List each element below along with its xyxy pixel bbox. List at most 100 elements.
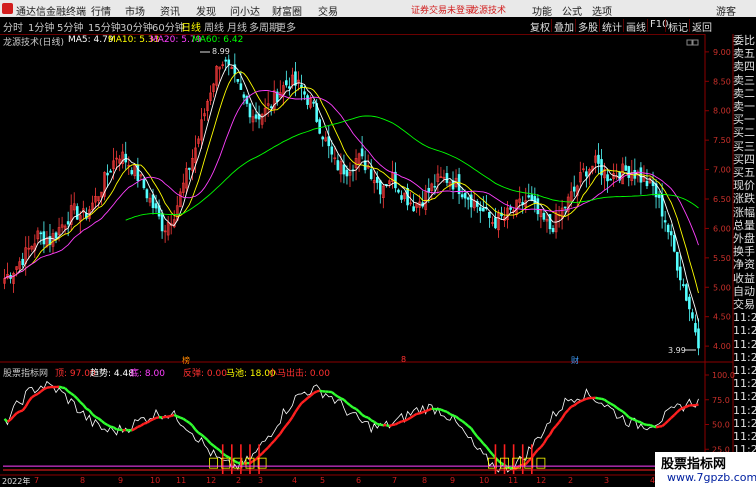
trend-segment [679,406,684,411]
side-panel-label[interactable]: 交易 [733,298,756,311]
trend-segment [542,437,548,444]
trend-segment [612,404,618,409]
candle-body [375,177,379,183]
trend-segment [331,391,336,396]
side-panel-label: 买二 [733,126,755,140]
menu-formula[interactable]: 公式 [562,3,582,18]
trend-segment [661,422,666,428]
period-tab-60min[interactable]: 60分钟 [152,19,185,34]
menu-trade[interactable]: 交易 [318,3,338,18]
toolbar-divider [623,19,624,32]
trend-segment [606,400,612,405]
period-tab-5min[interactable]: 5分钟 [57,19,83,34]
trend-segment [203,436,209,441]
candle-body [694,323,697,333]
month-label: 3 [604,476,610,485]
kline-chart[interactable]: 9.00 8.50 8.00 7.50 7.00 6.50 6.00 5.50 5.00 4.50… [0,34,756,487]
month-label: 12 [206,476,217,485]
y-axis-tick-label: 5.50 [713,254,731,263]
side-panel-label: 11:28 [733,430,756,444]
draw-line-button[interactable]: 画线 [626,19,646,34]
side-panel-label: 总量 [733,218,755,232]
multi-stock-button[interactable]: 多股 [578,19,598,34]
trend-segment [346,401,351,407]
login-warning[interactable]: 证券交易未登录 [411,3,474,16]
candle-body [597,154,600,164]
candle-body [663,220,667,223]
adjust-button[interactable]: 复权 [530,19,550,34]
candle-body [645,180,649,187]
candle-body [509,207,512,210]
candle-body [400,195,403,200]
trend-segment [413,412,418,417]
y-axis-tick-label: 5.00 [713,283,731,292]
candle-body [321,136,325,140]
trend-segment [82,404,88,410]
candle-body [445,173,449,183]
month-label: 6 [356,476,362,485]
trend-segment [401,419,405,423]
month-label: 8 [422,476,428,485]
trend-segment [394,421,400,426]
trend-segment [367,416,372,422]
trend-segment [270,439,276,445]
menu-quotes[interactable]: 行情 [91,3,111,18]
trend-segment [425,408,430,413]
side-panel-label: 11:28 [733,377,756,391]
trend-segment [273,436,279,442]
period-tab-monthly[interactable]: 月线 [227,19,247,34]
high-price-label: 8.99 [212,47,230,56]
trend-segment [570,404,575,408]
trend-segment [112,426,118,431]
period-tab-1min[interactable]: 1分钟 [28,19,54,34]
back-button[interactable]: 返回 [692,19,712,34]
period-tab-intraday[interactable]: 分时 [3,19,23,34]
period-tab-weekly[interactable]: 周线 [204,19,224,34]
trend-segment [406,416,412,421]
period-tab-daily[interactable]: 日线 [181,19,201,34]
period-tab-multi[interactable]: 多周期 [249,19,279,34]
trend-segment [243,461,248,465]
trend-segment [288,416,294,423]
menu-options[interactable]: 选项 [592,3,612,18]
menu-market[interactable]: 市场 [125,3,145,18]
month-label: 11 [508,476,519,485]
candle-body [494,217,497,229]
period-tab-15min[interactable]: 15分钟 [88,19,121,34]
menu-function[interactable]: 功能 [532,3,552,18]
trend-segment [601,397,605,401]
side-panel-label[interactable]: 自动 [733,285,756,298]
trend-segment [561,412,567,419]
menu-discover[interactable]: 发现 [196,3,216,18]
trend-segment [43,386,48,391]
menu-news[interactable]: 资讯 [160,3,180,18]
overlay-button[interactable]: 叠加 [554,19,574,34]
event-marker[interactable]: 8 [401,355,406,364]
trend-segment [9,415,15,421]
trend-segment [352,406,357,410]
trend-segment [485,445,491,452]
trend-segment [300,399,306,405]
menu-guest[interactable]: 游客 [716,3,736,18]
month-label: 8 [80,476,86,485]
sub-field-rebound: 反弹: 0.00 [183,369,227,379]
period-tab-30min[interactable]: 30分钟 [120,19,153,34]
candle-body [624,165,628,171]
mark-button[interactable]: 标记 [668,19,688,34]
period-tab-more[interactable]: 更多 [276,19,296,34]
trend-segment [548,428,555,436]
trend-segment [619,408,624,413]
y-axis-tick-label: 75.0 [712,396,730,405]
side-panel-label: 卖五 [733,47,755,61]
month-label: 7 [392,476,398,485]
trend-segment [34,392,39,397]
trend-segment [67,390,72,395]
trend-segment [524,459,530,465]
toolbar-divider [575,19,576,32]
candle-body [482,207,485,212]
trend-segment [539,442,545,448]
menu-wealth[interactable]: 财富圈 [272,3,302,18]
trend-segment [206,439,212,445]
statistics-button[interactable]: 统计 [602,19,622,34]
menu-ask[interactable]: 问小达 [230,3,260,18]
